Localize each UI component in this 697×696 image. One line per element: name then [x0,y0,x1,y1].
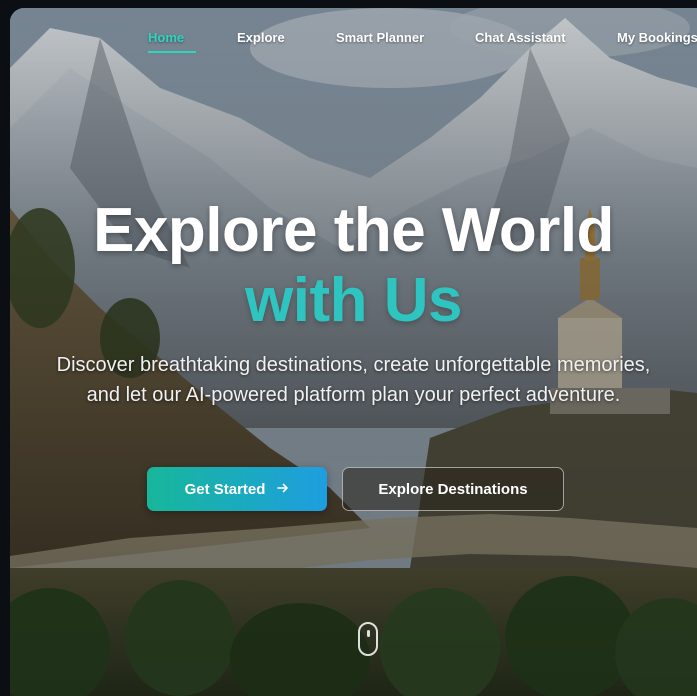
nav-item-explore[interactable]: Explore [237,30,285,45]
scroll-wheel-dot [367,630,370,637]
hero-section: Home Explore Smart Planner Chat Assistan… [10,8,697,696]
scroll-indicator-icon[interactable] [358,622,378,656]
get-started-button[interactable]: Get Started [147,467,327,511]
nav-item-chat-assistant[interactable]: Chat Assistant [475,30,566,45]
hero-title: Explore the World [93,196,614,265]
explore-destinations-label: Explore Destinations [378,480,528,498]
top-navigation: Home Explore Smart Planner Chat Assistan… [10,30,697,62]
nav-active-underline [148,51,196,53]
nav-item-home[interactable]: Home [148,30,184,45]
get-started-label: Get Started [184,480,266,498]
arrow-right-icon [277,481,289,498]
hero-subtitle: Discover breathtaking destinations, crea… [56,354,651,406]
nav-item-my-bookings[interactable]: My Bookings [617,30,697,45]
explore-destinations-button[interactable]: Explore Destinations [342,467,564,511]
nav-item-smart-planner[interactable]: Smart Planner [336,30,424,45]
hero-title-accent: with Us [245,266,462,335]
